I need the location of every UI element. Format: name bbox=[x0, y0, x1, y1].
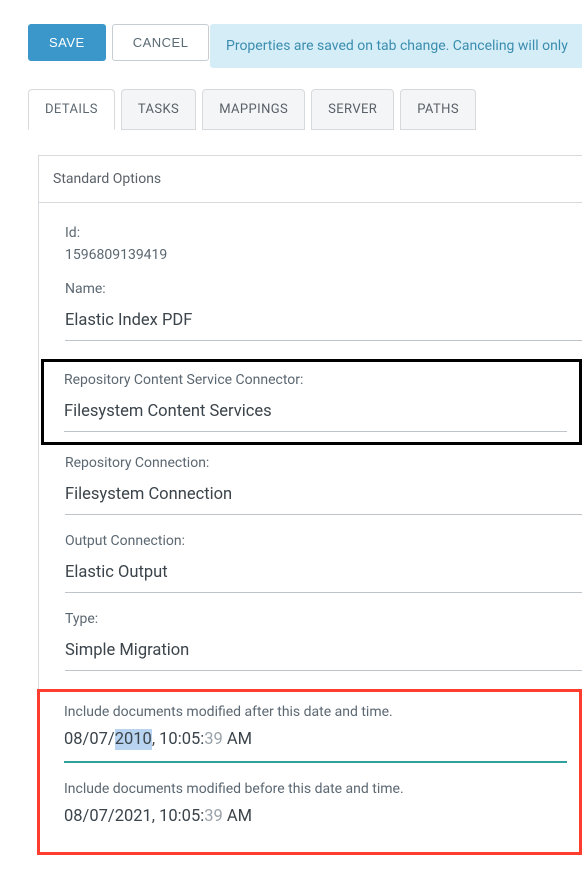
cancel-button[interactable]: CANCEL bbox=[112, 24, 210, 61]
tab-tasks[interactable]: TASKS bbox=[121, 89, 196, 130]
after-mid: , 10:05: bbox=[152, 730, 204, 749]
tab-paths[interactable]: PATHS bbox=[400, 89, 476, 130]
save-button[interactable]: SAVE bbox=[28, 24, 106, 61]
name-field: Name: Elastic Index PDF bbox=[65, 281, 582, 341]
panel-header: Standard Options bbox=[39, 156, 582, 203]
repo-connector-highlight: Repository Content Service Connector: Fi… bbox=[41, 359, 582, 445]
output-connection-label: Output Connection: bbox=[65, 533, 582, 549]
id-label: Id: bbox=[65, 225, 582, 241]
type-input[interactable]: Simple Migration bbox=[65, 633, 582, 671]
before-date-input[interactable]: 08/07/2021, 10:05:39 AM bbox=[64, 807, 567, 838]
output-connection-input[interactable]: Elastic Output bbox=[65, 555, 582, 593]
tab-details[interactable]: DETAILS bbox=[28, 89, 115, 130]
repo-connection-input[interactable]: Filesystem Connection bbox=[65, 477, 582, 515]
tab-bar: DETAILS TASKS MAPPINGS SERVER PATHS bbox=[28, 89, 582, 130]
tab-server[interactable]: SERVER bbox=[311, 89, 394, 130]
type-field: Type: Simple Migration bbox=[65, 611, 582, 671]
before-ampm: AM bbox=[223, 807, 252, 826]
repo-connection-label: Repository Connection: bbox=[65, 455, 582, 471]
after-seconds: 39 bbox=[204, 730, 223, 749]
before-prefix: 08/07/2021, 10:05: bbox=[64, 807, 204, 826]
after-date-label: Include documents modified after this da… bbox=[64, 704, 567, 720]
tab-mappings[interactable]: MAPPINGS bbox=[202, 89, 305, 130]
after-date-input[interactable]: 08/07/2010, 10:05:39 AM bbox=[64, 730, 567, 763]
date-range-highlight: Include documents modified after this da… bbox=[37, 689, 582, 855]
repo-connection-field: Repository Connection: Filesystem Connec… bbox=[65, 455, 582, 515]
after-date-field: Include documents modified after this da… bbox=[64, 704, 567, 763]
before-date-field: Include documents modified before this d… bbox=[64, 781, 567, 838]
after-prefix: 08/07/ bbox=[64, 730, 115, 749]
after-ampm: AM bbox=[223, 730, 252, 749]
repo-connector-input[interactable]: Filesystem Content Services bbox=[64, 394, 567, 432]
after-year-selected: 2010 bbox=[115, 729, 152, 750]
repo-connector-label: Repository Content Service Connector: bbox=[64, 372, 567, 388]
details-panel: Standard Options Id: 1596809139419 Name:… bbox=[38, 155, 582, 855]
before-date-label: Include documents modified before this d… bbox=[64, 781, 567, 797]
info-message: Properties are saved on tab change. Canc… bbox=[210, 24, 582, 68]
id-value: 1596809139419 bbox=[65, 247, 582, 263]
before-seconds: 39 bbox=[204, 807, 223, 826]
type-label: Type: bbox=[65, 611, 582, 627]
name-input[interactable]: Elastic Index PDF bbox=[65, 303, 582, 341]
name-label: Name: bbox=[65, 281, 582, 297]
output-connection-field: Output Connection: Elastic Output bbox=[65, 533, 582, 593]
id-field: Id: 1596809139419 bbox=[65, 225, 582, 263]
